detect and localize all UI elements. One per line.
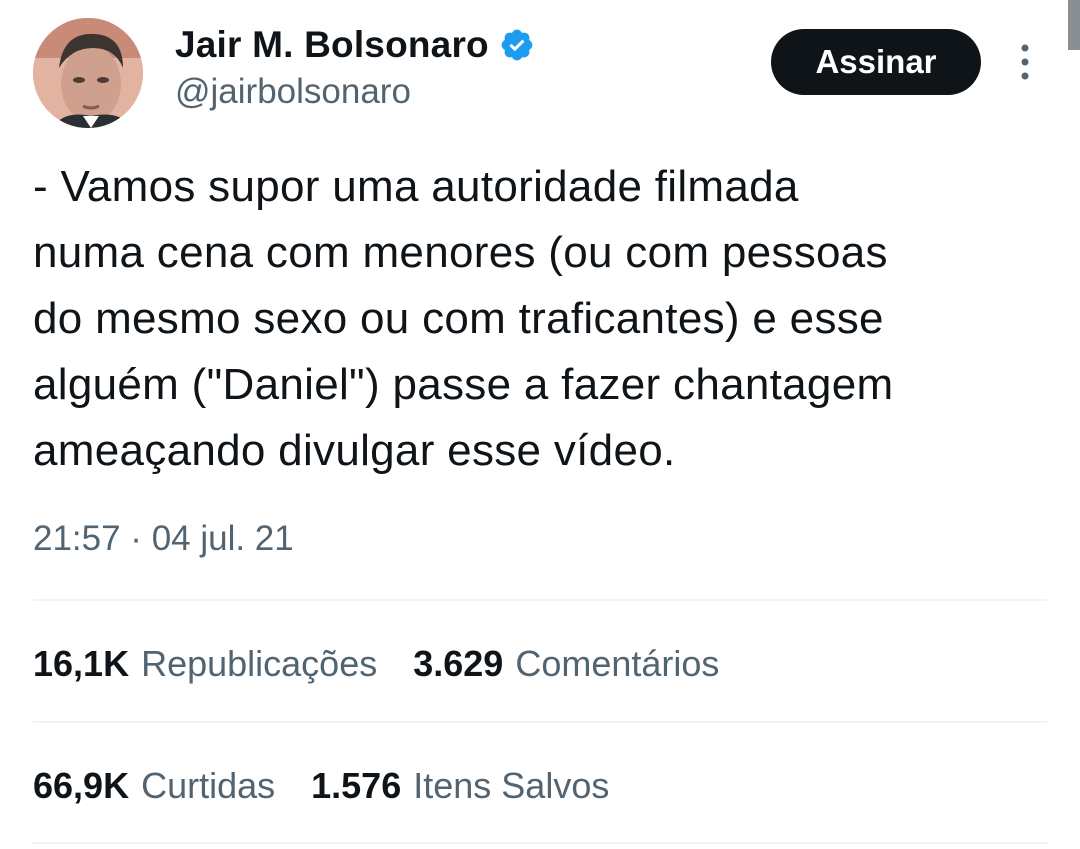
stats-row-reactions: 66,9K Curtidas 1.576 Itens Salvos	[33, 756, 645, 816]
scrollbar-thumb[interactable]	[1068, 0, 1080, 50]
tweet-text-line: alguém ("Daniel") passe a fazer chantage…	[33, 360, 894, 409]
retweets-count: 16,1K	[33, 643, 130, 684]
tweet-text-line: do mesmo sexo ou com traficantes) e esse	[33, 294, 884, 343]
retweets-stat[interactable]: 16,1K Republicações	[33, 643, 377, 685]
more-vertical-icon[interactable]	[1010, 40, 1040, 84]
retweets-label: Republicações	[141, 643, 378, 684]
author-handle[interactable]: @jairbolsonaro	[175, 72, 411, 112]
likes-count: 66,9K	[33, 765, 130, 806]
tweet-detail: Jair M. Bolsonaro @jairbolsonaro Assinar…	[0, 0, 1080, 849]
avatar-photo	[33, 18, 143, 128]
tweet-text-line: numa cena com menores (ou com pessoas	[33, 228, 888, 277]
bookmarks-stat[interactable]: 1.576 Itens Salvos	[311, 765, 609, 807]
divider	[33, 842, 1047, 844]
tweet-timestamp[interactable]: 21:57 · 04 jul. 21	[33, 519, 294, 559]
divider	[33, 599, 1047, 601]
tweet-text-line: - Vamos supor uma autoridade filmada	[33, 162, 799, 211]
author-name-row: Jair M. Bolsonaro	[175, 22, 535, 68]
stats-row-engagement: 16,1K Republicações 3.629 Comentários	[33, 634, 755, 694]
likes-stat[interactable]: 66,9K Curtidas	[33, 765, 275, 807]
divider	[33, 721, 1047, 723]
tweet-text-line: ameaçando divulgar esse vídeo.	[33, 426, 676, 475]
likes-label: Curtidas	[141, 765, 276, 806]
tweet-text: - Vamos supor uma autoridade filmada num…	[33, 154, 1043, 484]
comments-count: 3.629	[413, 643, 504, 684]
bookmarks-count: 1.576	[311, 765, 402, 806]
subscribe-button[interactable]: Assinar	[771, 29, 981, 95]
avatar[interactable]	[33, 18, 143, 128]
comments-label: Comentários	[515, 643, 720, 684]
verified-badge-icon[interactable]	[499, 27, 535, 63]
comments-stat[interactable]: 3.629 Comentários	[413, 643, 719, 685]
bookmarks-label: Itens Salvos	[413, 765, 610, 806]
author-display-name[interactable]: Jair M. Bolsonaro	[175, 24, 489, 66]
